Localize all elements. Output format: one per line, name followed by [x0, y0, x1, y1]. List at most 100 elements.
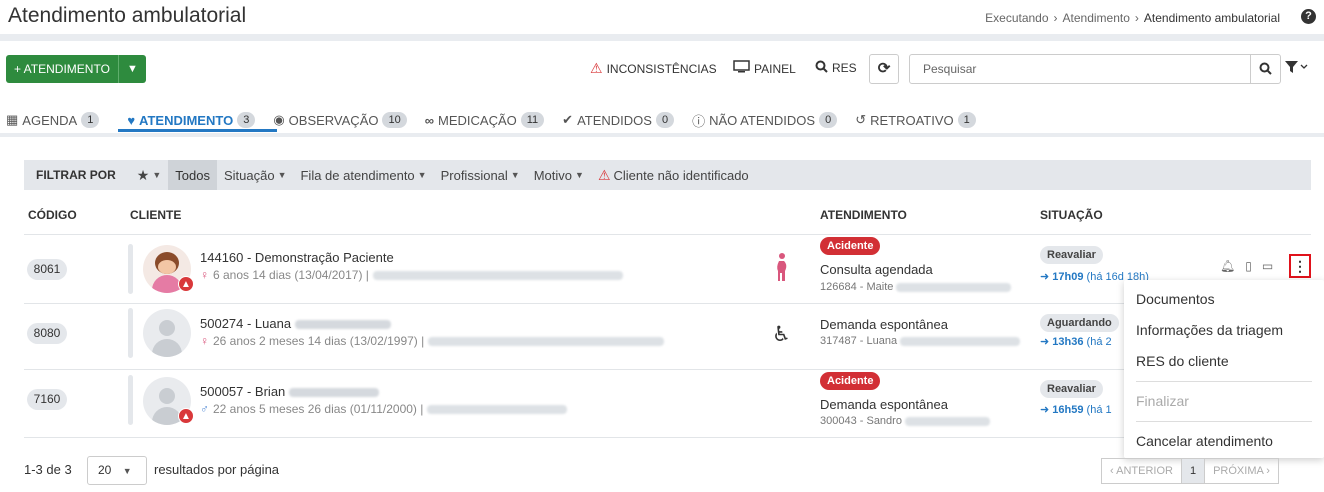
column-header-codigo[interactable]: CÓDIGO: [28, 208, 77, 222]
menu-item-res-cliente[interactable]: RES do cliente: [1124, 346, 1324, 377]
next-page-button[interactable]: PRÓXIMA ›: [1204, 458, 1279, 484]
filter-todos[interactable]: Todos: [168, 160, 217, 190]
redacted-text: [427, 404, 568, 414]
avatar: [143, 309, 191, 357]
patient-name[interactable]: 500274 - Luana: [200, 316, 391, 331]
more-options-button[interactable]: ⋮: [1289, 254, 1311, 278]
row-marker: [128, 244, 133, 294]
menu-item-informacoes-triagem[interactable]: Informações da triagem: [1124, 315, 1324, 346]
tab-count-badge: 10: [382, 112, 407, 128]
redacted-text: [904, 416, 990, 426]
patient-age: 22 anos 5 meses 26 dias (01/11/2000) |: [213, 402, 424, 416]
code-badge: 8080: [27, 323, 67, 344]
favorites-filter[interactable]: ★ ▼: [130, 160, 168, 190]
row-divider: [24, 303, 1311, 304]
video-icon[interactable]: ▭: [1262, 259, 1273, 273]
tab-retroativo[interactable]: ↺ RETROATIVO 1: [855, 110, 976, 130]
male-icon: ♂: [200, 402, 209, 416]
sign-in-icon: ➜: [1040, 271, 1050, 283]
search-input[interactable]: [910, 55, 1250, 83]
attendance-professional: 317487 - Luana: [820, 335, 1021, 347]
filter-profissional[interactable]: Profissional ▼: [434, 160, 527, 190]
chevron-down-icon: ▼: [277, 170, 287, 180]
tab-label: OBSERVAÇÃO: [288, 112, 379, 128]
menu-item-documentos[interactable]: Documentos: [1124, 284, 1324, 315]
column-header-situacao[interactable]: SITUAÇÃO: [1040, 208, 1103, 222]
attendance-sub: 126684 - Maite: [820, 281, 894, 293]
chevron-down-icon: ▼: [510, 170, 520, 180]
new-attendance-button[interactable]: + ATENDIMENTO: [6, 55, 118, 83]
inconsistencias-button[interactable]: ⚠ INCONSISTÊNCIAS: [590, 60, 717, 77]
filter-icon: [1285, 61, 1308, 73]
female-icon: ♀: [200, 268, 209, 282]
clipboard-icon[interactable]: ▯: [1245, 259, 1252, 273]
breadcrumb-item[interactable]: Atendimento: [1063, 11, 1130, 25]
attendance-professional: 126684 - Maite: [820, 281, 1012, 293]
tab-atendimento[interactable]: ♥ ATENDIMENTO 3: [127, 110, 256, 130]
attendance-sub: 317487 - Luana: [820, 335, 898, 347]
patient-age: 26 anos 2 meses 14 dias (13/02/1997) |: [213, 334, 425, 348]
redacted-text: [900, 336, 1021, 346]
search-button[interactable]: [1250, 55, 1280, 83]
page-number-button[interactable]: 1: [1181, 458, 1205, 484]
search-box: [909, 54, 1281, 84]
bell-icon[interactable]: 🔔︎: [1220, 259, 1235, 273]
new-attendance-button-group: + ATENDIMENTO ▼: [6, 55, 146, 83]
help-icon[interactable]: ?: [1301, 9, 1316, 24]
tab-agenda[interactable]: ▦ AGENDA 1: [6, 110, 100, 130]
tab-count-badge: 0: [655, 112, 675, 128]
chevron-down-icon[interactable]: ▼: [117, 55, 146, 83]
menu-item-finalizar: Finalizar: [1136, 393, 1189, 409]
res-button[interactable]: RES: [815, 60, 857, 76]
code-badge: 7160: [27, 389, 67, 410]
filter-situacao[interactable]: Situação ▼: [217, 160, 294, 190]
tab-medicacao[interactable]: ∞ MEDICAÇÃO 11: [424, 110, 545, 130]
row-actions-menu: Documentos Informações da triagem RES do…: [1124, 280, 1324, 458]
column-header-atendimento[interactable]: ATENDIMENTO: [820, 208, 907, 222]
tab-count-badge: 1: [957, 112, 976, 128]
status-elapsed: (há 2: [1086, 336, 1112, 348]
column-header-cliente[interactable]: CLIENTE: [130, 208, 181, 222]
filter-cliente-nao-identificado[interactable]: ⚠ Cliente não identificado: [591, 160, 756, 190]
attendance-type: Demanda espontânea: [820, 397, 948, 412]
inconsistencias-label: INCONSISTÊNCIAS: [606, 61, 717, 76]
refresh-icon: ⟳: [877, 60, 891, 77]
filter-dropdown-button[interactable]: [1285, 60, 1309, 77]
filter-bar: FILTRAR POR ★ ▼ Todos Situação ▼ Fila de…: [24, 160, 1311, 190]
menu-item-cancelar[interactable]: Cancelar atendimento: [1124, 426, 1324, 457]
tab-atendidos[interactable]: ✔ ATENDIDOS 0: [562, 110, 675, 130]
accident-badge: Acidente: [820, 237, 881, 255]
sign-in-icon: ➜: [1040, 336, 1050, 348]
attendance-type: Demanda espontânea: [820, 317, 948, 332]
tab-label: MEDICAÇÃO: [438, 112, 517, 128]
status-hour: 16h59: [1052, 404, 1084, 416]
filter-motivo[interactable]: Motivo ▼: [527, 160, 591, 190]
header-divider: [24, 234, 1311, 235]
patient-name-text: 500057 - Brian: [200, 384, 286, 399]
tab-observacao[interactable]: ◉ OBSERVAÇÃO 10: [273, 110, 407, 130]
previous-page-button[interactable]: ‹ ANTERIOR: [1101, 458, 1182, 484]
filter-fila[interactable]: Fila de atendimento ▼: [293, 160, 433, 190]
info-circle-icon: ⓘ: [692, 113, 706, 129]
menu-divider: [1136, 421, 1312, 422]
tab-label: ATENDIDOS: [577, 112, 652, 128]
painel-label: PAINEL: [754, 61, 796, 76]
tab-count-badge: 11: [520, 112, 545, 128]
code-badge: 8061: [27, 259, 67, 280]
patient-name[interactable]: 144160 - Demonstração Paciente: [200, 250, 394, 265]
painel-button[interactable]: PAINEL: [733, 60, 796, 77]
chevron-down-icon: ▼: [152, 170, 162, 180]
patient-name[interactable]: 500057 - Brian: [200, 384, 379, 399]
alert-icon: ▲: [178, 276, 194, 292]
status-elapsed: (há 1: [1086, 404, 1112, 416]
per-page-label: resultados por página: [154, 462, 280, 477]
binoculars-icon: ∞: [424, 112, 435, 128]
tab-nao-atendidos[interactable]: ⓘ NÃO ATENDIDOS 0: [692, 110, 838, 130]
breadcrumb-item[interactable]: Executando: [985, 11, 1048, 25]
status-time: ➜ 16h59 (há 1: [1040, 403, 1112, 416]
redacted-text: [896, 282, 1012, 292]
refresh-button[interactable]: ⟳: [869, 54, 899, 84]
next-label: PRÓXIMA: [1213, 465, 1264, 477]
filter-motivo-label: Motivo: [533, 167, 573, 183]
per-page-select[interactable]: 20 ▼: [87, 456, 147, 485]
